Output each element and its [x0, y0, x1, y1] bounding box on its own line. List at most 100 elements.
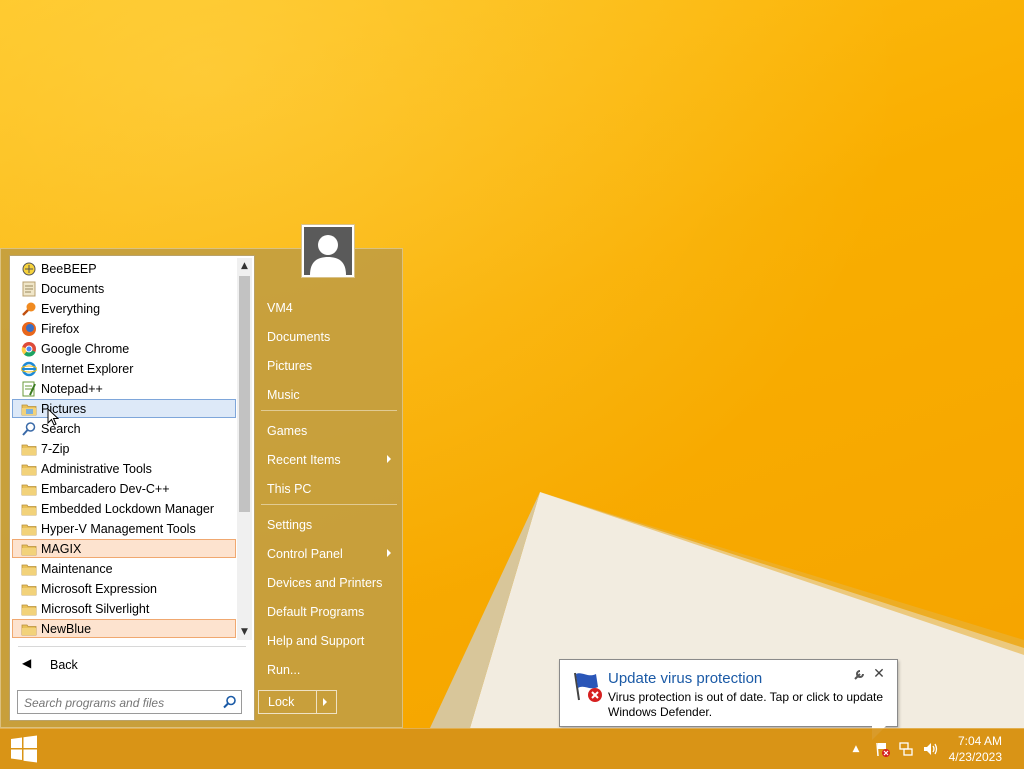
program-item[interactable]: Notepad++: [12, 379, 236, 398]
place-item-documents[interactable]: Documents: [259, 325, 399, 349]
program-item-label: NewBlue: [41, 622, 92, 636]
place-item-label: Help and Support: [267, 634, 365, 648]
system-tray: ▲ 7:04 AM 4/23/2023: [844, 729, 1024, 769]
program-item[interactable]: Firefox: [12, 319, 236, 338]
search-icon[interactable]: [223, 695, 237, 709]
scroll-down-arrow-icon[interactable]: ▼: [237, 624, 252, 640]
program-item-label: BeeBEEP: [41, 262, 97, 276]
submenu-arrow-icon: [387, 455, 391, 463]
place-item-devices-and-printers[interactable]: Devices and Printers: [259, 571, 399, 595]
action-center-flag-icon[interactable]: [874, 741, 890, 757]
program-item[interactable]: Documents: [12, 279, 236, 298]
folder-icon: [21, 564, 37, 576]
folder-icon: [21, 524, 37, 536]
place-item-default-programs[interactable]: Default Programs: [259, 600, 399, 624]
program-item-label: Administrative Tools: [41, 462, 152, 476]
place-item-label: Control Panel: [267, 547, 343, 561]
lock-options-arrow-icon[interactable]: [323, 698, 327, 706]
pictures-folder-icon: [21, 404, 37, 416]
clock[interactable]: 7:04 AM 4/23/2023: [922, 733, 1002, 765]
folder-icon: [21, 624, 37, 636]
program-item-label: Everything: [41, 302, 101, 316]
scrollbar-thumb[interactable]: [239, 276, 250, 512]
folder-icon: [21, 604, 37, 616]
program-list-scrollbar[interactable]: ▲ ▼: [237, 258, 252, 640]
program-item[interactable]: BeeBEEP: [12, 259, 236, 278]
windows-logo-icon: [11, 735, 37, 763]
program-item[interactable]: Maintenance: [12, 559, 236, 578]
place-item-music[interactable]: Music: [259, 383, 399, 407]
program-item[interactable]: MAGIX: [12, 539, 236, 558]
program-item[interactable]: Embarcadero Dev-C++: [12, 479, 236, 498]
program-item[interactable]: Search: [12, 419, 236, 438]
program-item[interactable]: Administrative Tools: [12, 459, 236, 478]
back-label: Back: [50, 658, 78, 672]
documents-icon: [22, 281, 36, 297]
start-button[interactable]: [0, 729, 48, 769]
program-item[interactable]: Internet Explorer: [12, 359, 236, 378]
program-item[interactable]: Hyper-V Management Tools: [12, 519, 236, 538]
folder-icon: [21, 444, 37, 456]
network-icon[interactable]: [898, 741, 914, 757]
programs-pane: BeeBEEP Documents Everything Firefox Google …: [9, 255, 255, 721]
place-item-label: Settings: [267, 518, 313, 532]
program-item-label: Microsoft Expression: [41, 582, 158, 596]
program-item-label: Embedded Lockdown Manager: [41, 502, 215, 516]
user-icon: [310, 235, 346, 275]
program-item[interactable]: NewBlue: [12, 619, 236, 638]
place-item-games[interactable]: Games: [259, 419, 399, 443]
program-item-label: 7-Zip: [41, 442, 70, 456]
folder-icon: [21, 544, 37, 556]
back-arrow-icon: ◀: [22, 656, 32, 670]
program-list: BeeBEEP Documents Everything Firefox Google …: [10, 258, 238, 640]
place-item-help-and-support[interactable]: Help and Support: [259, 629, 399, 653]
search-input[interactable]: [22, 693, 216, 713]
show-hidden-icons-arrow-icon[interactable]: ▲: [848, 741, 864, 757]
notification-balloon[interactable]: Update virus protection Virus protection…: [559, 659, 898, 740]
program-item[interactable]: 7-Zip: [12, 439, 236, 458]
place-item-label: Default Programs: [267, 605, 365, 619]
program-item[interactable]: Microsoft Silverlight: [12, 599, 236, 618]
place-item-label: Music: [267, 388, 300, 402]
back-button[interactable]: ◀ Back: [16, 654, 242, 676]
chrome-icon: [21, 342, 36, 357]
lock-button[interactable]: Lock: [258, 690, 337, 714]
program-item-label: MAGIX: [41, 542, 82, 556]
place-item-settings[interactable]: Settings: [259, 513, 399, 537]
place-item-label: Run...: [267, 663, 301, 677]
notification-title: Update virus protection: [608, 670, 763, 687]
taskbar: ▲ 7:04 AM 4/23/2023: [0, 728, 1024, 769]
action-center-flag-icon: [574, 672, 602, 702]
program-item-label: Internet Explorer: [41, 362, 134, 376]
program-item-label: Hyper-V Management Tools: [41, 522, 196, 536]
place-item-label: Pictures: [267, 359, 313, 373]
folder-icon: [21, 464, 37, 476]
folder-icon: [21, 584, 37, 596]
clock-time: 7:04 AM: [957, 734, 1002, 748]
place-item-label: This PC: [267, 482, 312, 496]
lock-label: Lock: [268, 695, 295, 709]
scroll-up-arrow-icon[interactable]: ▲: [237, 258, 252, 274]
close-icon[interactable]: ✕: [872, 667, 886, 681]
program-item-label: Notepad++: [41, 382, 103, 396]
program-item[interactable]: Pictures: [12, 399, 236, 418]
everything-icon: [22, 302, 36, 316]
place-item-vm4[interactable]: VM4: [259, 296, 399, 320]
program-item[interactable]: Everything: [12, 299, 236, 318]
program-item[interactable]: Google Chrome: [12, 339, 236, 358]
user-avatar[interactable]: [301, 224, 355, 278]
search-box[interactable]: [17, 690, 242, 714]
place-item-label: Devices and Printers: [267, 576, 383, 590]
options-wrench-icon[interactable]: [852, 668, 866, 682]
place-item-this-pc[interactable]: This PC: [259, 477, 399, 501]
program-item[interactable]: Embedded Lockdown Manager: [12, 499, 236, 518]
program-item-label: Embarcadero Dev-C++: [41, 482, 170, 496]
place-item-recent-items[interactable]: Recent Items: [259, 448, 399, 472]
program-item[interactable]: Microsoft Expression: [12, 579, 236, 598]
notification-message: Virus protection is out of date. Tap or …: [608, 690, 884, 719]
program-item-label: Documents: [41, 282, 105, 296]
lock-split-divider: [316, 691, 317, 713]
place-item-pictures[interactable]: Pictures: [259, 354, 399, 378]
place-item-control-panel[interactable]: Control Panel: [259, 542, 399, 566]
place-item-run[interactable]: Run...: [259, 658, 399, 682]
